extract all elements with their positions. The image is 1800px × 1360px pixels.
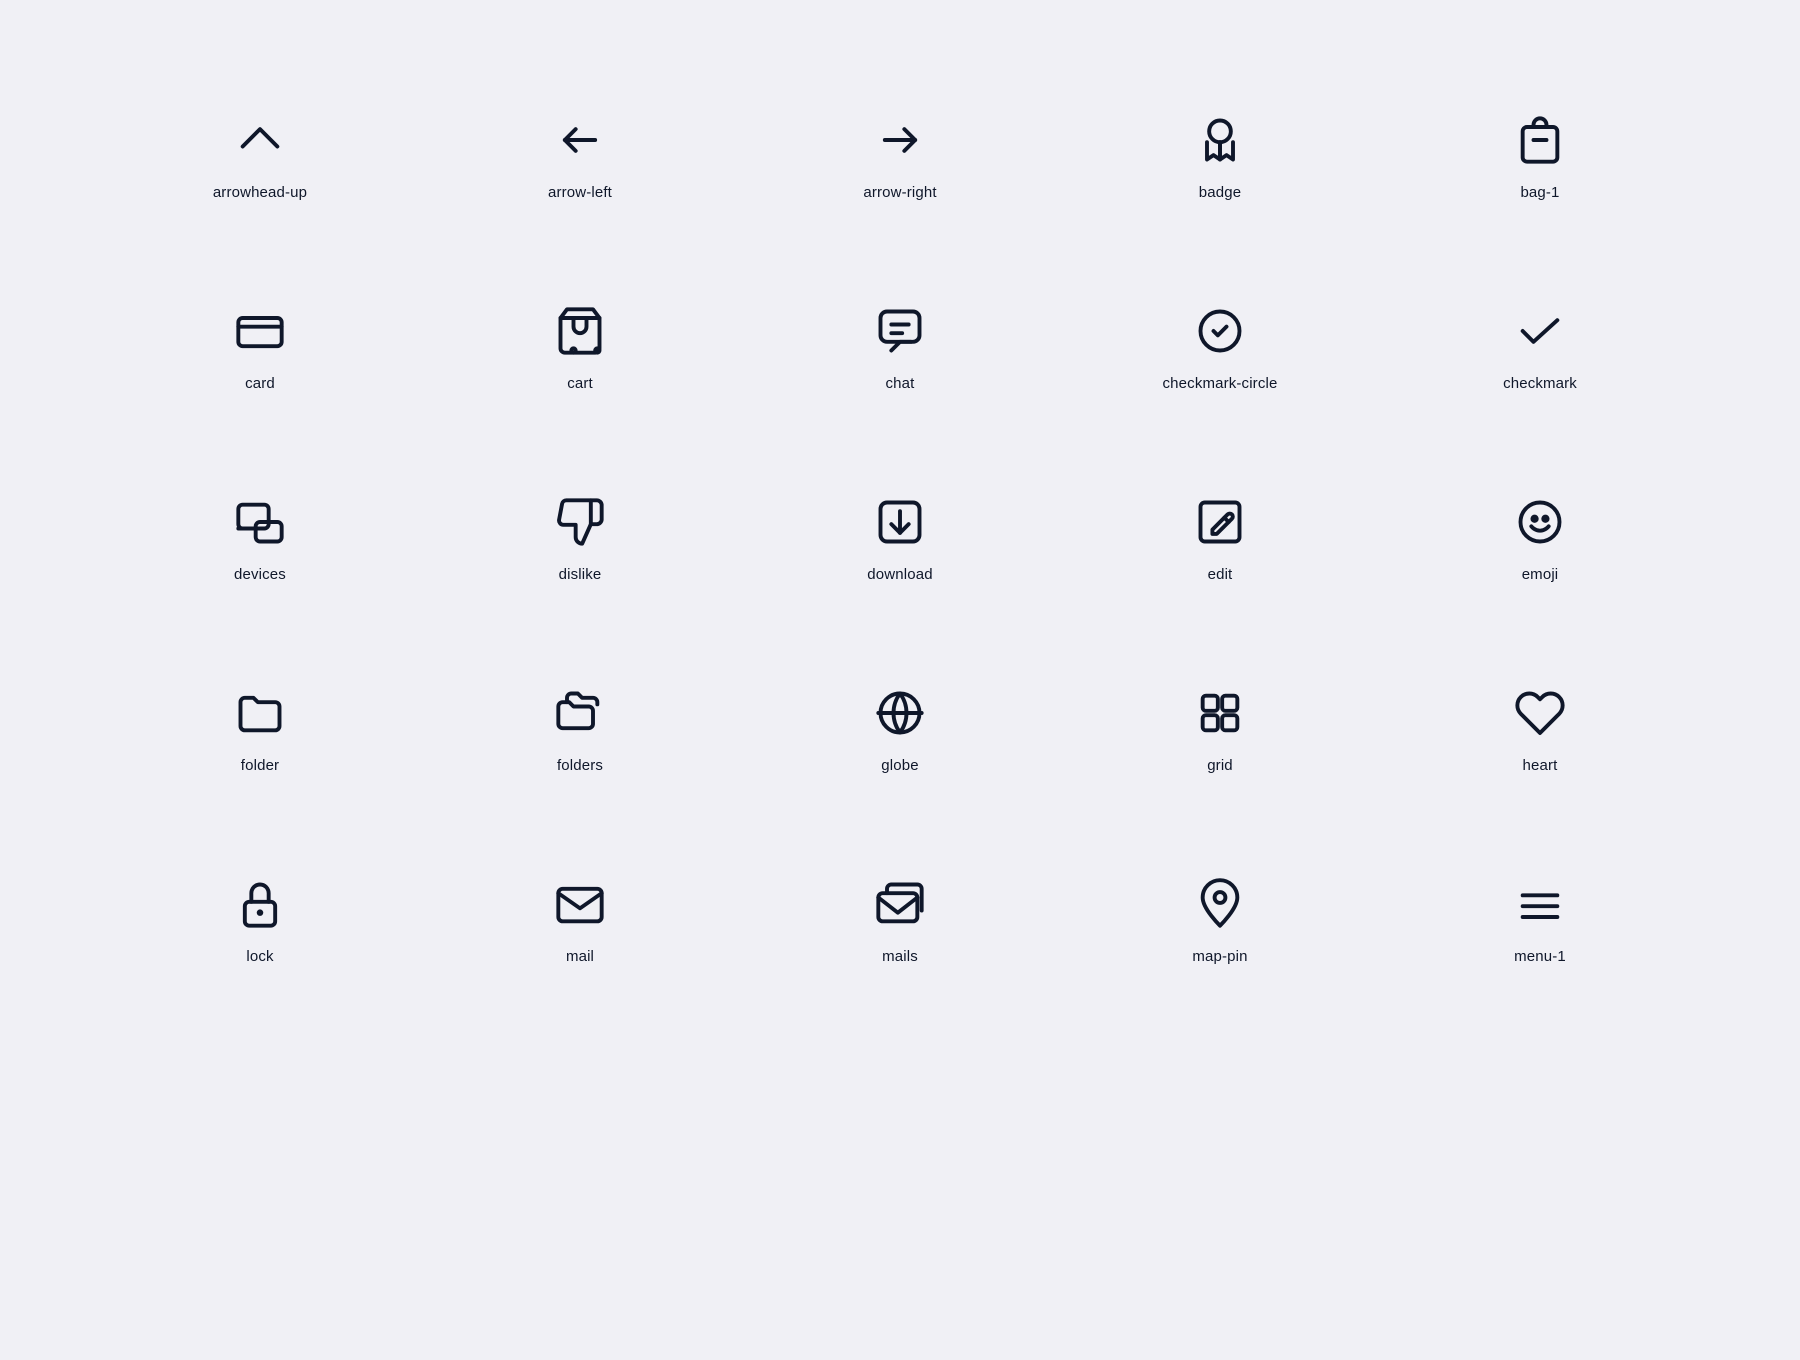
icon-item-grid: grid bbox=[1060, 633, 1380, 824]
icon-label-grid: grid bbox=[1207, 757, 1233, 774]
icon-item-map-pin: map-pin bbox=[1060, 824, 1380, 1015]
icon-label-cart: cart bbox=[567, 375, 593, 392]
emoji-icon bbox=[1510, 492, 1570, 552]
icon-label-download: download bbox=[867, 566, 932, 583]
icon-item-globe: globe bbox=[740, 633, 1060, 824]
heart-icon bbox=[1510, 683, 1570, 743]
icon-item-card: card bbox=[100, 251, 420, 442]
icon-item-menu-1: menu-1 bbox=[1380, 824, 1700, 1015]
icon-label-arrowhead-up: arrowhead-up bbox=[213, 184, 307, 201]
checkmark-icon bbox=[1510, 301, 1570, 361]
icon-label-folders: folders bbox=[557, 757, 603, 774]
folder-icon bbox=[230, 683, 290, 743]
menu-1-icon bbox=[1510, 874, 1570, 934]
icon-label-devices: devices bbox=[234, 566, 286, 583]
lock-icon bbox=[230, 874, 290, 934]
folders-icon bbox=[550, 683, 610, 743]
icon-label-emoji: emoji bbox=[1522, 566, 1559, 583]
grid-icon bbox=[1190, 683, 1250, 743]
bag-1-icon bbox=[1510, 110, 1570, 170]
mail-icon bbox=[550, 874, 610, 934]
download-icon bbox=[870, 492, 930, 552]
arrow-right-icon bbox=[870, 110, 930, 170]
icon-item-heart: heart bbox=[1380, 633, 1700, 824]
icon-label-heart: heart bbox=[1523, 757, 1558, 774]
icon-label-map-pin: map-pin bbox=[1192, 948, 1247, 965]
icon-label-edit: edit bbox=[1208, 566, 1233, 583]
edit-icon bbox=[1190, 492, 1250, 552]
chat-icon bbox=[870, 301, 930, 361]
icon-item-dislike: dislike bbox=[420, 442, 740, 633]
badge-icon bbox=[1190, 110, 1250, 170]
icon-item-badge: badge bbox=[1060, 60, 1380, 251]
dislike-icon bbox=[550, 492, 610, 552]
icon-item-edit: edit bbox=[1060, 442, 1380, 633]
icon-item-download: download bbox=[740, 442, 1060, 633]
icon-item-checkmark: checkmark bbox=[1380, 251, 1700, 442]
icon-item-lock: lock bbox=[100, 824, 420, 1015]
mails-icon bbox=[870, 874, 930, 934]
icon-item-bag-1: bag-1 bbox=[1380, 60, 1700, 251]
icon-item-devices: devices bbox=[100, 442, 420, 633]
icon-item-cart: cart bbox=[420, 251, 740, 442]
globe-icon bbox=[870, 683, 930, 743]
card-icon bbox=[230, 301, 290, 361]
map-pin-icon bbox=[1190, 874, 1250, 934]
icon-item-arrowhead-up: arrowhead-up bbox=[100, 60, 420, 251]
icon-label-mails: mails bbox=[882, 948, 918, 965]
icon-label-dislike: dislike bbox=[559, 566, 602, 583]
icon-label-menu-1: menu-1 bbox=[1514, 948, 1566, 965]
icon-grid: arrowhead-up arrow-left arrow-right badg… bbox=[0, 0, 1800, 1075]
icon-label-card: card bbox=[245, 375, 275, 392]
icon-item-arrow-left: arrow-left bbox=[420, 60, 740, 251]
icon-item-arrow-right: arrow-right bbox=[740, 60, 1060, 251]
cart-icon bbox=[550, 301, 610, 361]
checkmark-circle-icon bbox=[1190, 301, 1250, 361]
icon-label-chat: chat bbox=[886, 375, 915, 392]
icon-item-folder: folder bbox=[100, 633, 420, 824]
icon-item-mails: mails bbox=[740, 824, 1060, 1015]
devices-icon bbox=[230, 492, 290, 552]
arrowhead-up-icon bbox=[230, 110, 290, 170]
icon-label-arrow-left: arrow-left bbox=[548, 184, 612, 201]
icon-label-bag-1: bag-1 bbox=[1520, 184, 1559, 201]
icon-item-folders: folders bbox=[420, 633, 740, 824]
icon-label-globe: globe bbox=[881, 757, 918, 774]
icon-label-lock: lock bbox=[246, 948, 273, 965]
icon-label-mail: mail bbox=[566, 948, 594, 965]
icon-label-checkmark-circle: checkmark-circle bbox=[1163, 375, 1278, 392]
icon-label-folder: folder bbox=[241, 757, 279, 774]
icon-item-checkmark-circle: checkmark-circle bbox=[1060, 251, 1380, 442]
icon-label-badge: badge bbox=[1199, 184, 1241, 201]
icon-label-checkmark: checkmark bbox=[1503, 375, 1577, 392]
arrow-left-icon bbox=[550, 110, 610, 170]
icon-item-mail: mail bbox=[420, 824, 740, 1015]
icon-label-arrow-right: arrow-right bbox=[863, 184, 936, 201]
icon-item-chat: chat bbox=[740, 251, 1060, 442]
icon-item-emoji: emoji bbox=[1380, 442, 1700, 633]
